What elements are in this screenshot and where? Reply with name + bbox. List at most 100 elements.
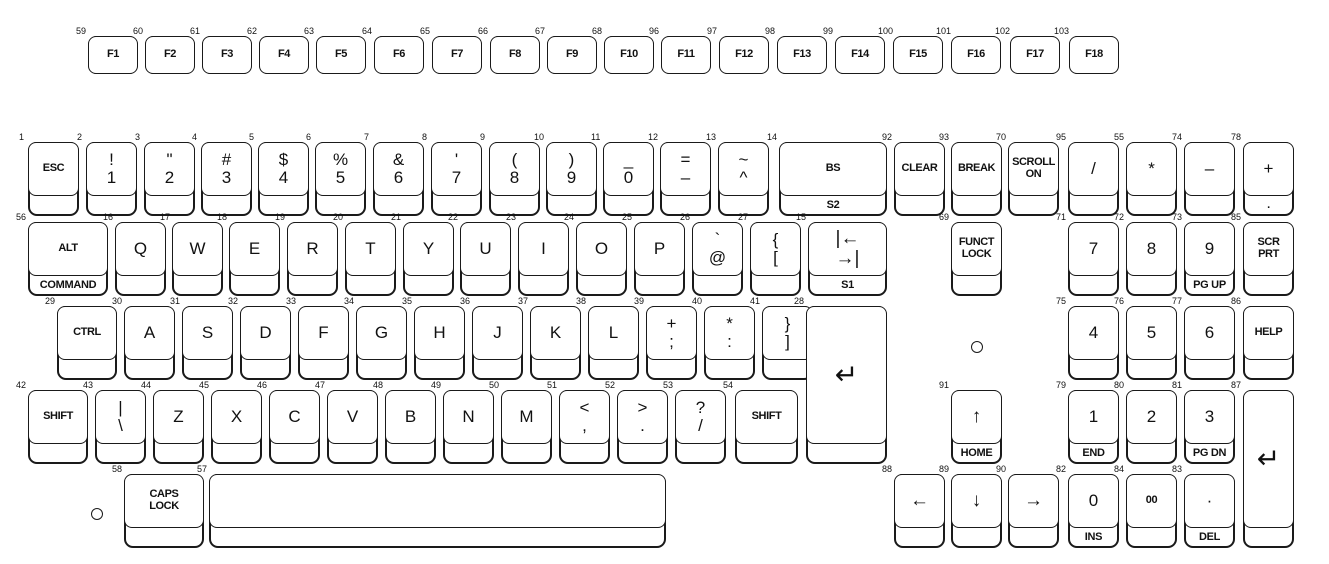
key-e[interactable]: E xyxy=(229,222,280,296)
keycap-kp-8[interactable]: 8 xyxy=(1126,222,1177,276)
key-f17[interactable]: F17 xyxy=(1010,36,1060,74)
key-kp-3[interactable]: 3 PG DN xyxy=(1184,390,1235,464)
key-space[interactable] xyxy=(209,474,666,548)
key-k[interactable]: K xyxy=(530,306,581,380)
keycap-kp-star[interactable]: * xyxy=(1126,142,1177,196)
key-kp-plus[interactable]: +. xyxy=(1243,142,1294,216)
keycap-f18[interactable]: F18 xyxy=(1069,36,1119,74)
keycap-semicolon[interactable]: +; xyxy=(646,306,697,360)
key-right[interactable]: → xyxy=(1008,474,1059,548)
keycap-key-3[interactable]: #3 xyxy=(201,142,252,196)
key-f18[interactable]: F18 xyxy=(1069,36,1119,74)
keycap-m[interactable]: M xyxy=(501,390,552,444)
keycap-a[interactable]: A xyxy=(124,306,175,360)
keycap-key-minus[interactable]: = – xyxy=(660,142,711,196)
keycap-f14[interactable]: F14 xyxy=(835,36,885,74)
key-key-6[interactable]: & 6 xyxy=(373,142,424,216)
key-kp-star[interactable]: * xyxy=(1126,142,1177,216)
key-key-1[interactable]: ! 1 xyxy=(86,142,137,216)
keycap-f8[interactable]: F8 xyxy=(490,36,540,74)
keycap-key-2[interactable]: " 2 xyxy=(144,142,195,196)
keycap-return[interactable]: ↵ xyxy=(806,306,887,444)
keycap-u[interactable]: U xyxy=(460,222,511,276)
keycap-colon[interactable]: *: xyxy=(704,306,755,360)
keycap-kp-enter[interactable]: ↵ xyxy=(1243,390,1294,528)
keycap-key-7[interactable]: ' 7 xyxy=(431,142,482,196)
keycap-lbrace[interactable]: {[ xyxy=(750,222,801,276)
key-key-8[interactable]: (8 xyxy=(489,142,540,216)
keycap-right[interactable]: → xyxy=(1008,474,1059,528)
keycap-key-6[interactable]: & 6 xyxy=(373,142,424,196)
key-key-5[interactable]: % 5 xyxy=(315,142,366,216)
keycap-caps-lock[interactable]: CAPS LOCK xyxy=(124,474,204,528)
keycap-l[interactable]: L xyxy=(588,306,639,360)
key-shift-left[interactable]: SHIFT xyxy=(28,390,88,464)
keycap-e[interactable]: E xyxy=(229,222,280,276)
keycap-f13[interactable]: F13 xyxy=(777,36,827,74)
key-n[interactable]: N xyxy=(443,390,494,464)
key-scr-prt[interactable]: SCR PRT xyxy=(1243,222,1294,296)
key-key-0[interactable]: _ 0 xyxy=(603,142,654,216)
keycap-f3[interactable]: F3 xyxy=(202,36,252,74)
keycap-key-0[interactable]: _ 0 xyxy=(603,142,654,196)
key-f5[interactable]: F5 xyxy=(316,36,366,74)
key-r[interactable]: R xyxy=(287,222,338,296)
keycap-kp-slash[interactable]: / xyxy=(1068,142,1119,196)
key-period[interactable]: >. xyxy=(617,390,668,464)
key-key-2[interactable]: " 2 xyxy=(144,142,195,216)
keycap-b[interactable]: B xyxy=(385,390,436,444)
key-bs[interactable]: BS S2 xyxy=(779,142,887,216)
keycap-kp-1[interactable]: 1 xyxy=(1068,390,1119,444)
key-kp-enter[interactable]: ↵ xyxy=(1243,390,1294,548)
key-a[interactable]: A xyxy=(124,306,175,380)
key-t[interactable]: T xyxy=(345,222,396,296)
keycap-key-caret[interactable]: ~ ^ xyxy=(718,142,769,196)
key-kp-8[interactable]: 8 xyxy=(1126,222,1177,296)
key-kp-6[interactable]: 6 xyxy=(1184,306,1235,380)
key-q[interactable]: Q xyxy=(115,222,166,296)
key-break[interactable]: BREAK xyxy=(951,142,1002,216)
keycap-comma[interactable]: <, xyxy=(559,390,610,444)
key-clear[interactable]: CLEAR xyxy=(894,142,945,216)
key-f15[interactable]: F15 xyxy=(893,36,943,74)
keycap-f15[interactable]: F15 xyxy=(893,36,943,74)
keycap-key-1[interactable]: ! 1 xyxy=(86,142,137,196)
key-b[interactable]: B xyxy=(385,390,436,464)
keycap-help[interactable]: HELP xyxy=(1243,306,1294,360)
key-w[interactable]: W xyxy=(172,222,223,296)
keycap-y[interactable]: Y xyxy=(403,222,454,276)
keycap-f6[interactable]: F6 xyxy=(374,36,424,74)
key-alt[interactable]: ALT COMMAND xyxy=(28,222,108,296)
key-kp-9[interactable]: 9 PG UP xyxy=(1184,222,1235,296)
key-f3[interactable]: F3 xyxy=(202,36,252,74)
key-key-9[interactable]: ) 9 xyxy=(546,142,597,216)
key-kp-5[interactable]: 5 xyxy=(1126,306,1177,380)
keycap-h[interactable]: H xyxy=(414,306,465,360)
key-s[interactable]: S xyxy=(182,306,233,380)
key-kp-slash[interactable]: / xyxy=(1068,142,1119,216)
keycap-period[interactable]: >. xyxy=(617,390,668,444)
keycap-break[interactable]: BREAK xyxy=(951,142,1002,196)
keycap-d[interactable]: D xyxy=(240,306,291,360)
key-g[interactable]: G xyxy=(356,306,407,380)
key-kp-minus[interactable]: – xyxy=(1184,142,1235,216)
key-i[interactable]: I xyxy=(518,222,569,296)
key-f13[interactable]: F13 xyxy=(777,36,827,74)
keycap-key-9[interactable]: ) 9 xyxy=(546,142,597,196)
key-l[interactable]: L xyxy=(588,306,639,380)
keycap-f1[interactable]: F1 xyxy=(88,36,138,74)
key-colon[interactable]: *: xyxy=(704,306,755,380)
keycap-p[interactable]: P xyxy=(634,222,685,276)
keycap-f16[interactable]: F16 xyxy=(951,36,1001,74)
key-comma[interactable]: <, xyxy=(559,390,610,464)
keycap-z[interactable]: Z xyxy=(153,390,204,444)
keycap-f4[interactable]: F4 xyxy=(259,36,309,74)
key-f2[interactable]: F2 xyxy=(145,36,195,74)
keycap-kp-0[interactable]: 0 xyxy=(1068,474,1119,528)
keycap-f9[interactable]: F9 xyxy=(547,36,597,74)
keycap-key-5[interactable]: % 5 xyxy=(315,142,366,196)
key-y[interactable]: Y xyxy=(403,222,454,296)
key-f11[interactable]: F11 xyxy=(661,36,711,74)
key-kp-dot[interactable]: · DEL xyxy=(1184,474,1235,548)
key-f10[interactable]: F10 xyxy=(604,36,654,74)
